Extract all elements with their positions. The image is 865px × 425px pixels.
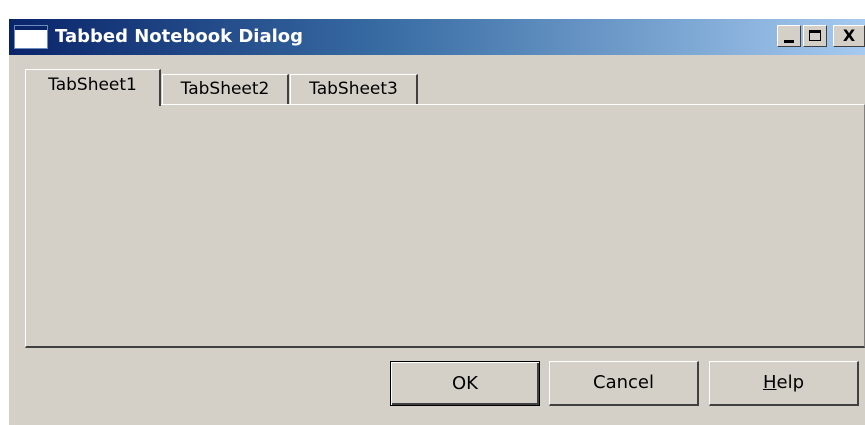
window-title: Tabbed Notebook Dialog [55, 26, 304, 47]
tab-label: TabSheet2 [180, 79, 270, 99]
ok-button[interactable]: OK [390, 361, 540, 406]
dialog-window: Tabbed Notebook Dialog X TabSheet1 TabSh… [9, 19, 865, 425]
help-button[interactable]: Help [709, 361, 859, 406]
tab-page-panel [25, 104, 865, 348]
close-icon: X [842, 26, 856, 45]
help-accelerator: H [762, 372, 777, 393]
maximize-button[interactable] [803, 25, 827, 47]
cancel-label: Cancel [593, 372, 654, 393]
tab-tabsheet2[interactable]: TabSheet2 [162, 74, 289, 104]
help-label-rest: elp [776, 372, 805, 393]
cancel-button[interactable]: Cancel [549, 361, 699, 406]
window-app-icon [14, 25, 48, 49]
title-bar[interactable]: Tabbed Notebook Dialog X [9, 19, 865, 55]
ok-label: OK [452, 372, 478, 394]
maximize-icon [809, 30, 821, 41]
tab-tabsheet1[interactable]: TabSheet1 [25, 69, 161, 106]
minimize-button[interactable] [777, 25, 801, 47]
tab-label: TabSheet1 [48, 75, 137, 95]
tab-tabsheet3[interactable]: TabSheet3 [290, 74, 418, 104]
minimize-icon [784, 40, 794, 43]
tab-label: TabSheet3 [309, 79, 398, 99]
close-button[interactable]: X [833, 25, 865, 47]
